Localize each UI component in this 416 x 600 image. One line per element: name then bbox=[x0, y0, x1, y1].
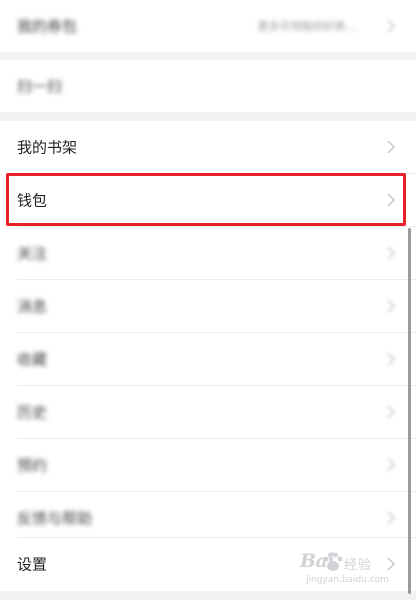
paw-icon bbox=[323, 552, 343, 571]
menu-item-label: 历史 bbox=[17, 403, 48, 422]
chevron-right-icon bbox=[387, 405, 395, 419]
menu-item-label: 设置 bbox=[17, 555, 48, 574]
menu-group-main: 我的书架 钱包 关注 消息 收藏 历史 预约 反馈与帮助 设置 bbox=[0, 121, 416, 591]
chevron-right-icon bbox=[387, 458, 395, 472]
menu-item-bookshelf[interactable]: 我的书架 bbox=[0, 121, 416, 173]
menu-item-label: 消息 bbox=[17, 297, 48, 316]
menu-item-favorites[interactable]: 收藏 bbox=[0, 333, 416, 385]
menu-item-label: 关注 bbox=[17, 244, 48, 263]
menu-item-label: 钱包 bbox=[17, 191, 48, 210]
watermark-url: jingyan.baidu.com bbox=[306, 575, 390, 585]
scrollbar[interactable] bbox=[408, 228, 411, 594]
menu-item-value: 更多可领取的好券... bbox=[257, 20, 357, 33]
menu-group-top: 我的券包 更多可领取的好券... bbox=[0, 0, 416, 52]
menu-item-follow[interactable]: 关注 bbox=[0, 227, 416, 279]
menu-item-history[interactable]: 历史 bbox=[0, 386, 416, 438]
chevron-right-icon bbox=[387, 299, 395, 313]
menu-item-label: 扫一扫 bbox=[17, 77, 63, 96]
chevron-right-icon bbox=[387, 19, 395, 33]
chevron-right-icon bbox=[387, 193, 395, 207]
menu-item-scan[interactable]: 扫一扫 bbox=[0, 60, 416, 112]
menu-item-coupons[interactable]: 我的券包 更多可领取的好券... bbox=[0, 0, 416, 52]
chevron-right-icon bbox=[387, 511, 395, 525]
menu-item-label: 我的券包 bbox=[17, 17, 78, 36]
profile-menu-screen: 我的券包 更多可领取的好券... 扫一扫 我的书架 钱包 关注 消息 收藏 历史… bbox=[0, 0, 416, 600]
chevron-right-icon bbox=[387, 246, 395, 260]
watermark-suffix: 经验 bbox=[344, 558, 373, 573]
menu-item-label: 预约 bbox=[17, 456, 48, 475]
chevron-right-icon bbox=[387, 140, 395, 154]
watermark: Bai 经验 jingyan.baidu.com bbox=[300, 548, 406, 592]
menu-item-wallet[interactable]: 钱包 bbox=[0, 174, 416, 226]
menu-item-label: 收藏 bbox=[17, 350, 48, 369]
menu-group-scan: 扫一扫 bbox=[0, 60, 416, 112]
menu-item-label: 我的书架 bbox=[17, 138, 78, 157]
chevron-right-icon bbox=[387, 352, 395, 366]
menu-item-label: 反馈与帮助 bbox=[17, 509, 93, 528]
menu-item-reservations[interactable]: 预约 bbox=[0, 439, 416, 491]
menu-item-messages[interactable]: 消息 bbox=[0, 280, 416, 332]
